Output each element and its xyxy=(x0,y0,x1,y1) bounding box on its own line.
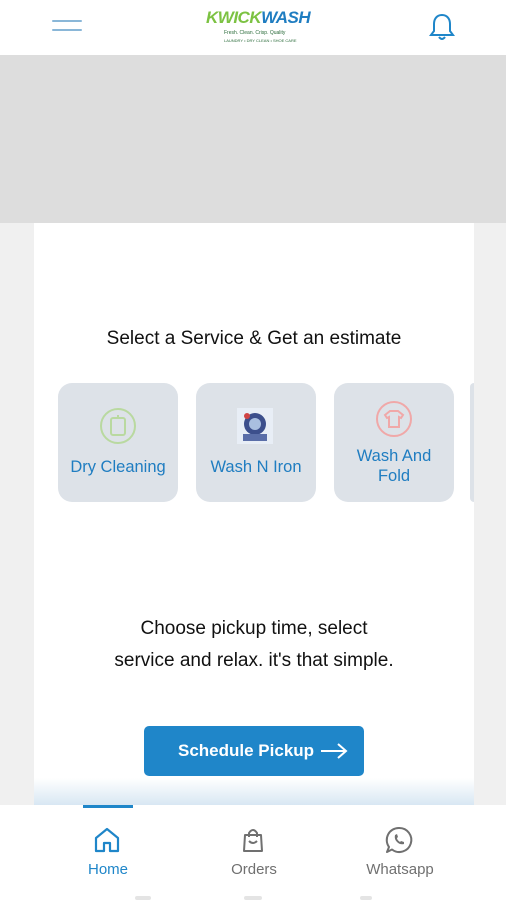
schedule-pickup-button[interactable]: Schedule Pickup xyxy=(144,726,364,776)
nav-home[interactable]: Home xyxy=(48,805,168,885)
service-wash-and-fold[interactable]: Wash And Fold xyxy=(334,383,454,502)
service-label-text: Wash And Fold xyxy=(356,447,432,485)
menu-bar xyxy=(52,29,82,31)
service-label: Dry Cleaning xyxy=(70,458,166,476)
logo-subline: LAUNDRY • DRY CLEAN • SHOE CARE xyxy=(224,38,297,43)
service-label: Wash And Fold xyxy=(334,446,454,486)
section-title: Select a Service & Get an estimate xyxy=(106,328,402,349)
bottom-nav: Home Orders Whatsapp xyxy=(0,805,506,900)
service-dry-cleaning[interactable]: Dry Cleaning xyxy=(58,383,178,502)
system-nav-hint xyxy=(135,896,151,900)
nav-orders[interactable]: Orders xyxy=(194,805,314,885)
arrow-right-icon xyxy=(320,742,348,765)
service-list: Dry Cleaning Wash N Iron Wash And Fold xyxy=(58,383,478,503)
bell-icon[interactable] xyxy=(428,12,456,42)
promo-banner[interactable] xyxy=(0,55,506,223)
tagline-line: service and relax. it's that simple. xyxy=(114,650,394,671)
kwickwash-logo: KWICKWASH Fresh. Clean. Crisp. Quality L… xyxy=(206,8,311,48)
service-next-peek xyxy=(470,383,474,502)
nav-orders-label: Orders xyxy=(231,861,277,878)
whatsapp-icon xyxy=(384,825,414,860)
service-wash-n-iron[interactable]: Wash N Iron xyxy=(196,383,316,502)
nav-whatsapp-label: Whatsapp xyxy=(366,861,434,878)
service-card: Select a Service & Get an estimate Dry C… xyxy=(34,223,474,823)
wash-and-fold-icon xyxy=(375,400,413,443)
wash-n-iron-icon xyxy=(237,408,273,449)
app-header: KWICKWASH Fresh. Clean. Crisp. Quality L… xyxy=(0,0,506,55)
home-icon xyxy=(92,825,122,860)
logo-tagline: Fresh. Clean. Crisp. Quality xyxy=(224,30,286,36)
nav-home-label: Home xyxy=(87,861,128,878)
hamburger-menu-button[interactable] xyxy=(52,16,84,38)
menu-bar xyxy=(52,20,82,22)
service-label: Wash N Iron xyxy=(210,458,302,476)
shopping-bag-icon xyxy=(238,825,268,860)
schedule-pickup-label: Schedule Pickup xyxy=(178,741,315,760)
card-bottom-fade xyxy=(34,778,474,805)
logo-wordmark: KWICKWASH xyxy=(206,8,311,27)
nav-whatsapp[interactable]: Whatsapp xyxy=(340,805,460,885)
tagline: Choose pickup time, select service and r… xyxy=(34,613,474,677)
dry-cleaning-icon xyxy=(99,407,137,450)
system-nav-hint xyxy=(244,896,262,900)
system-nav-hint xyxy=(360,896,372,900)
tagline-line: Choose pickup time, select xyxy=(140,618,368,639)
